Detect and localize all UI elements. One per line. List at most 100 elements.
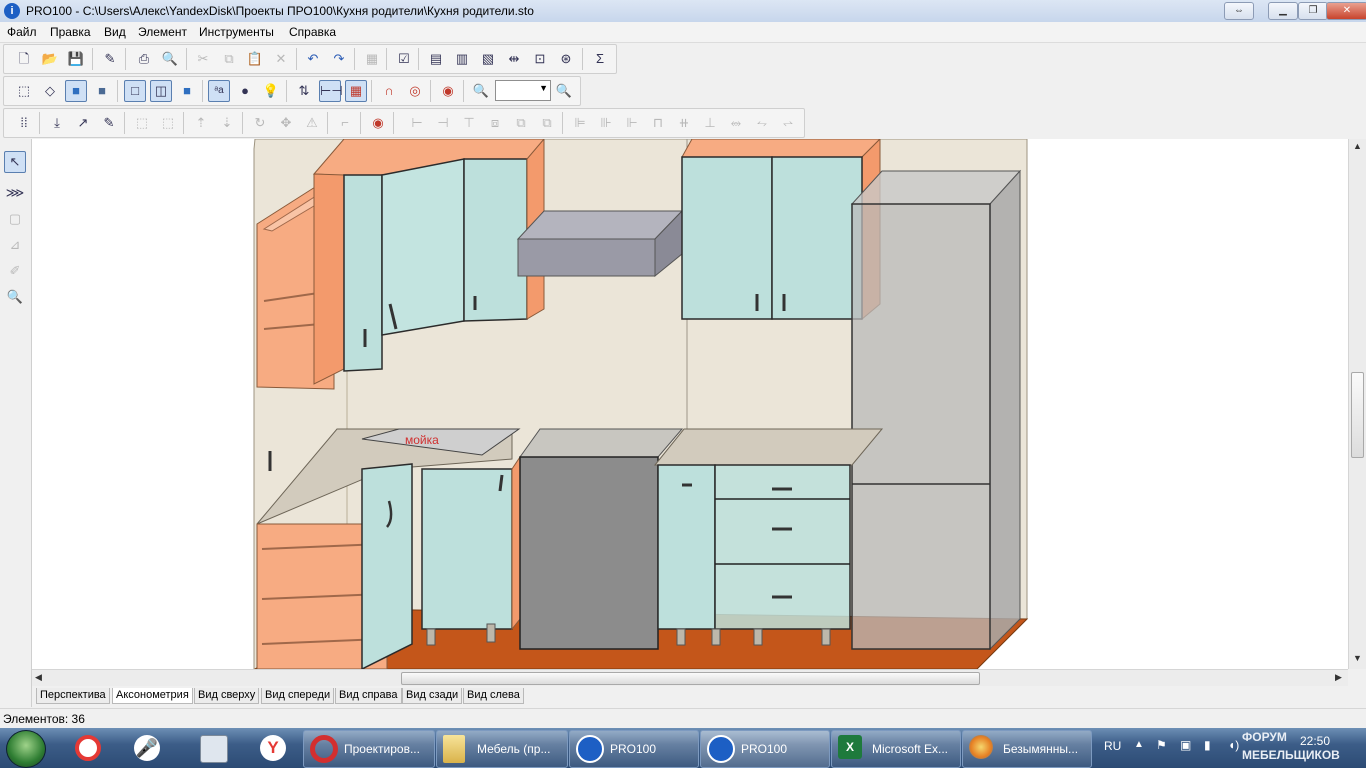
align-front-icon[interactable]: ⧉	[536, 112, 558, 134]
grid-toggle-icon[interactable]: ▦	[345, 80, 367, 102]
distribute-right-icon[interactable]: ⊩	[621, 112, 643, 134]
scroll-up-icon[interactable]: ▲	[1351, 141, 1364, 151]
task-opera[interactable]: Проектиров...	[303, 730, 435, 768]
vertical-scrollbar[interactable]: ▲ ▼	[1348, 139, 1366, 669]
menu-file[interactable]: Файл	[7, 25, 37, 39]
rectangle-tool-icon[interactable]: ▢	[4, 208, 26, 230]
align-back-icon[interactable]: ⧉	[510, 112, 532, 134]
shaded-box-icon[interactable]: ■	[91, 80, 113, 102]
task-paint[interactable]: Безымянны...	[962, 730, 1092, 768]
maximize-button[interactable]: ❐	[1298, 2, 1328, 20]
cut-icon[interactable]: ✂	[192, 48, 214, 70]
distribute-left-icon[interactable]: ⊫	[569, 112, 591, 134]
yandex-browser-pin[interactable]: Y	[248, 731, 298, 765]
mirror-icon[interactable]: ⚠	[301, 112, 323, 134]
insert-element-icon[interactable]: ⤓	[46, 112, 68, 134]
scroll-down-icon[interactable]: ▼	[1351, 653, 1364, 663]
menu-view[interactable]: Вид	[104, 25, 126, 39]
distribute-top-icon[interactable]: ⊓	[647, 112, 669, 134]
horizontal-scrollbar[interactable]: ◀ ▶	[32, 669, 1348, 686]
align-depth-icon[interactable]: ⧈	[484, 112, 506, 134]
ungroup-icon[interactable]: ⬚	[157, 112, 179, 134]
tab-left-view[interactable]: Вид слева	[463, 688, 524, 704]
windows-start-icon[interactable]	[6, 730, 46, 768]
distribute-bottom-icon[interactable]: ⊥	[699, 112, 721, 134]
light-bulb-icon[interactable]: 💡	[260, 80, 282, 102]
save-icon[interactable]: 💾	[65, 48, 87, 70]
menu-edit[interactable]: Правка	[50, 25, 91, 39]
dimensions-toggle-icon[interactable]: ⊢⊣	[319, 80, 343, 102]
task-pro100-1[interactable]: PRO100	[569, 730, 699, 768]
distribute-middle-icon[interactable]: ⧺	[673, 112, 695, 134]
lower-icon[interactable]: ⇣	[216, 112, 238, 134]
redo-icon[interactable]: ↷	[328, 48, 350, 70]
print-icon[interactable]: ⎙	[133, 48, 155, 70]
tab-perspective[interactable]: Перспектива	[36, 688, 110, 704]
outline-box-icon[interactable]: ◇	[39, 80, 61, 102]
group-icon[interactable]: ⬚	[131, 112, 153, 134]
price-icon[interactable]: ⊛	[555, 48, 577, 70]
zoom-tool-icon[interactable]: 🔍	[4, 286, 26, 308]
lift-icon[interactable]: ⇡	[190, 112, 212, 134]
snap-target-icon[interactable]: ◎	[404, 80, 426, 102]
move-icon[interactable]: ✥	[275, 112, 297, 134]
task-folder[interactable]: Мебель (пр...	[436, 730, 568, 768]
scroll-right-icon[interactable]: ▶	[1335, 672, 1342, 683]
scale-icon[interactable]: ⇅	[293, 80, 315, 102]
align-left-icon[interactable]: ⊢	[406, 112, 428, 134]
task-excel[interactable]: X Microsoft Ex...	[831, 730, 961, 768]
center-view-icon[interactable]: ◉	[437, 80, 459, 102]
labels-toggle-icon[interactable]: ᵃa	[208, 80, 230, 102]
sum-icon[interactable]: Σ	[589, 48, 611, 70]
menu-element[interactable]: Элемент	[138, 25, 187, 39]
zoom-in-icon[interactable]: 🔍	[553, 80, 575, 102]
tab-axonometry[interactable]: Аксонометрия	[112, 688, 193, 704]
tab-top-view[interactable]: Вид сверху	[194, 688, 260, 704]
select-move-icon[interactable]: ↗	[72, 112, 94, 134]
report-list-icon[interactable]: ▤	[425, 48, 447, 70]
paste-icon[interactable]: 📋	[244, 48, 266, 70]
dimensions-report-icon[interactable]: ⇹	[503, 48, 525, 70]
rotate-icon[interactable]: ↻	[249, 112, 271, 134]
horizontal-scroll-thumb[interactable]	[401, 672, 980, 685]
tab-front-view[interactable]: Вид спереди	[261, 688, 335, 704]
report-details-icon[interactable]: ▥	[451, 48, 473, 70]
pencil-edit-icon[interactable]: ✎	[98, 112, 120, 134]
delete-icon[interactable]: ✕	[270, 48, 292, 70]
report-parts-icon[interactable]: ▧	[477, 48, 499, 70]
solid-box-icon[interactable]: ■	[65, 80, 87, 102]
flag-icon[interactable]: ⚑	[1156, 738, 1167, 752]
zoom-out-icon[interactable]: 🔍	[470, 80, 492, 102]
network-icon[interactable]: ▣	[1180, 738, 1191, 752]
menu-help[interactable]: Справка	[289, 25, 336, 39]
signal-icon[interactable]: ▮	[1204, 738, 1211, 752]
textured-view-icon[interactable]: ■	[176, 80, 198, 102]
checklist-icon[interactable]: ☑	[393, 48, 415, 70]
vertical-scroll-thumb[interactable]	[1351, 372, 1364, 458]
magnet-icon[interactable]: ∩	[378, 80, 400, 102]
distribute-width-icon[interactable]: ⥊	[751, 112, 773, 134]
wireframe-box-icon[interactable]: ⬚	[13, 80, 35, 102]
render-icon[interactable]: ⊡	[529, 48, 551, 70]
zoom-select[interactable]: ▼	[495, 80, 551, 101]
print-preview-icon[interactable]: 🔍	[159, 48, 181, 70]
distribute-center-icon[interactable]: ⊪	[595, 112, 617, 134]
grid-dots-icon[interactable]: ⁞⁞	[13, 112, 35, 134]
yandex-search-pin[interactable]	[63, 731, 113, 765]
menu-tools[interactable]: Инструменты	[199, 25, 274, 39]
close-button[interactable]: ✕	[1326, 2, 1366, 20]
volume-icon[interactable]: ◖)	[1228, 738, 1239, 752]
transparent-view-icon[interactable]: □	[124, 80, 146, 102]
restore-arrows-icon[interactable]: ⇔	[1224, 2, 1254, 20]
align-center-h-icon[interactable]: ⊣	[432, 112, 454, 134]
align-top-icon[interactable]: ⊤	[458, 112, 480, 134]
scroll-left-icon[interactable]: ◀	[35, 672, 42, 683]
kitchen-3d-scene[interactable]: мойка	[32, 139, 1348, 669]
undo-icon[interactable]: ↶	[302, 48, 324, 70]
pointer-arrow-icon[interactable]: ↖	[4, 151, 26, 173]
minimize-button[interactable]: ▁	[1268, 2, 1298, 20]
library-icon[interactable]: ▦	[361, 48, 383, 70]
materials-icon[interactable]: ●	[234, 80, 256, 102]
chevron-down-icon[interactable]: ▼	[539, 83, 548, 93]
new-file-icon[interactable]: 🗋	[13, 48, 35, 70]
